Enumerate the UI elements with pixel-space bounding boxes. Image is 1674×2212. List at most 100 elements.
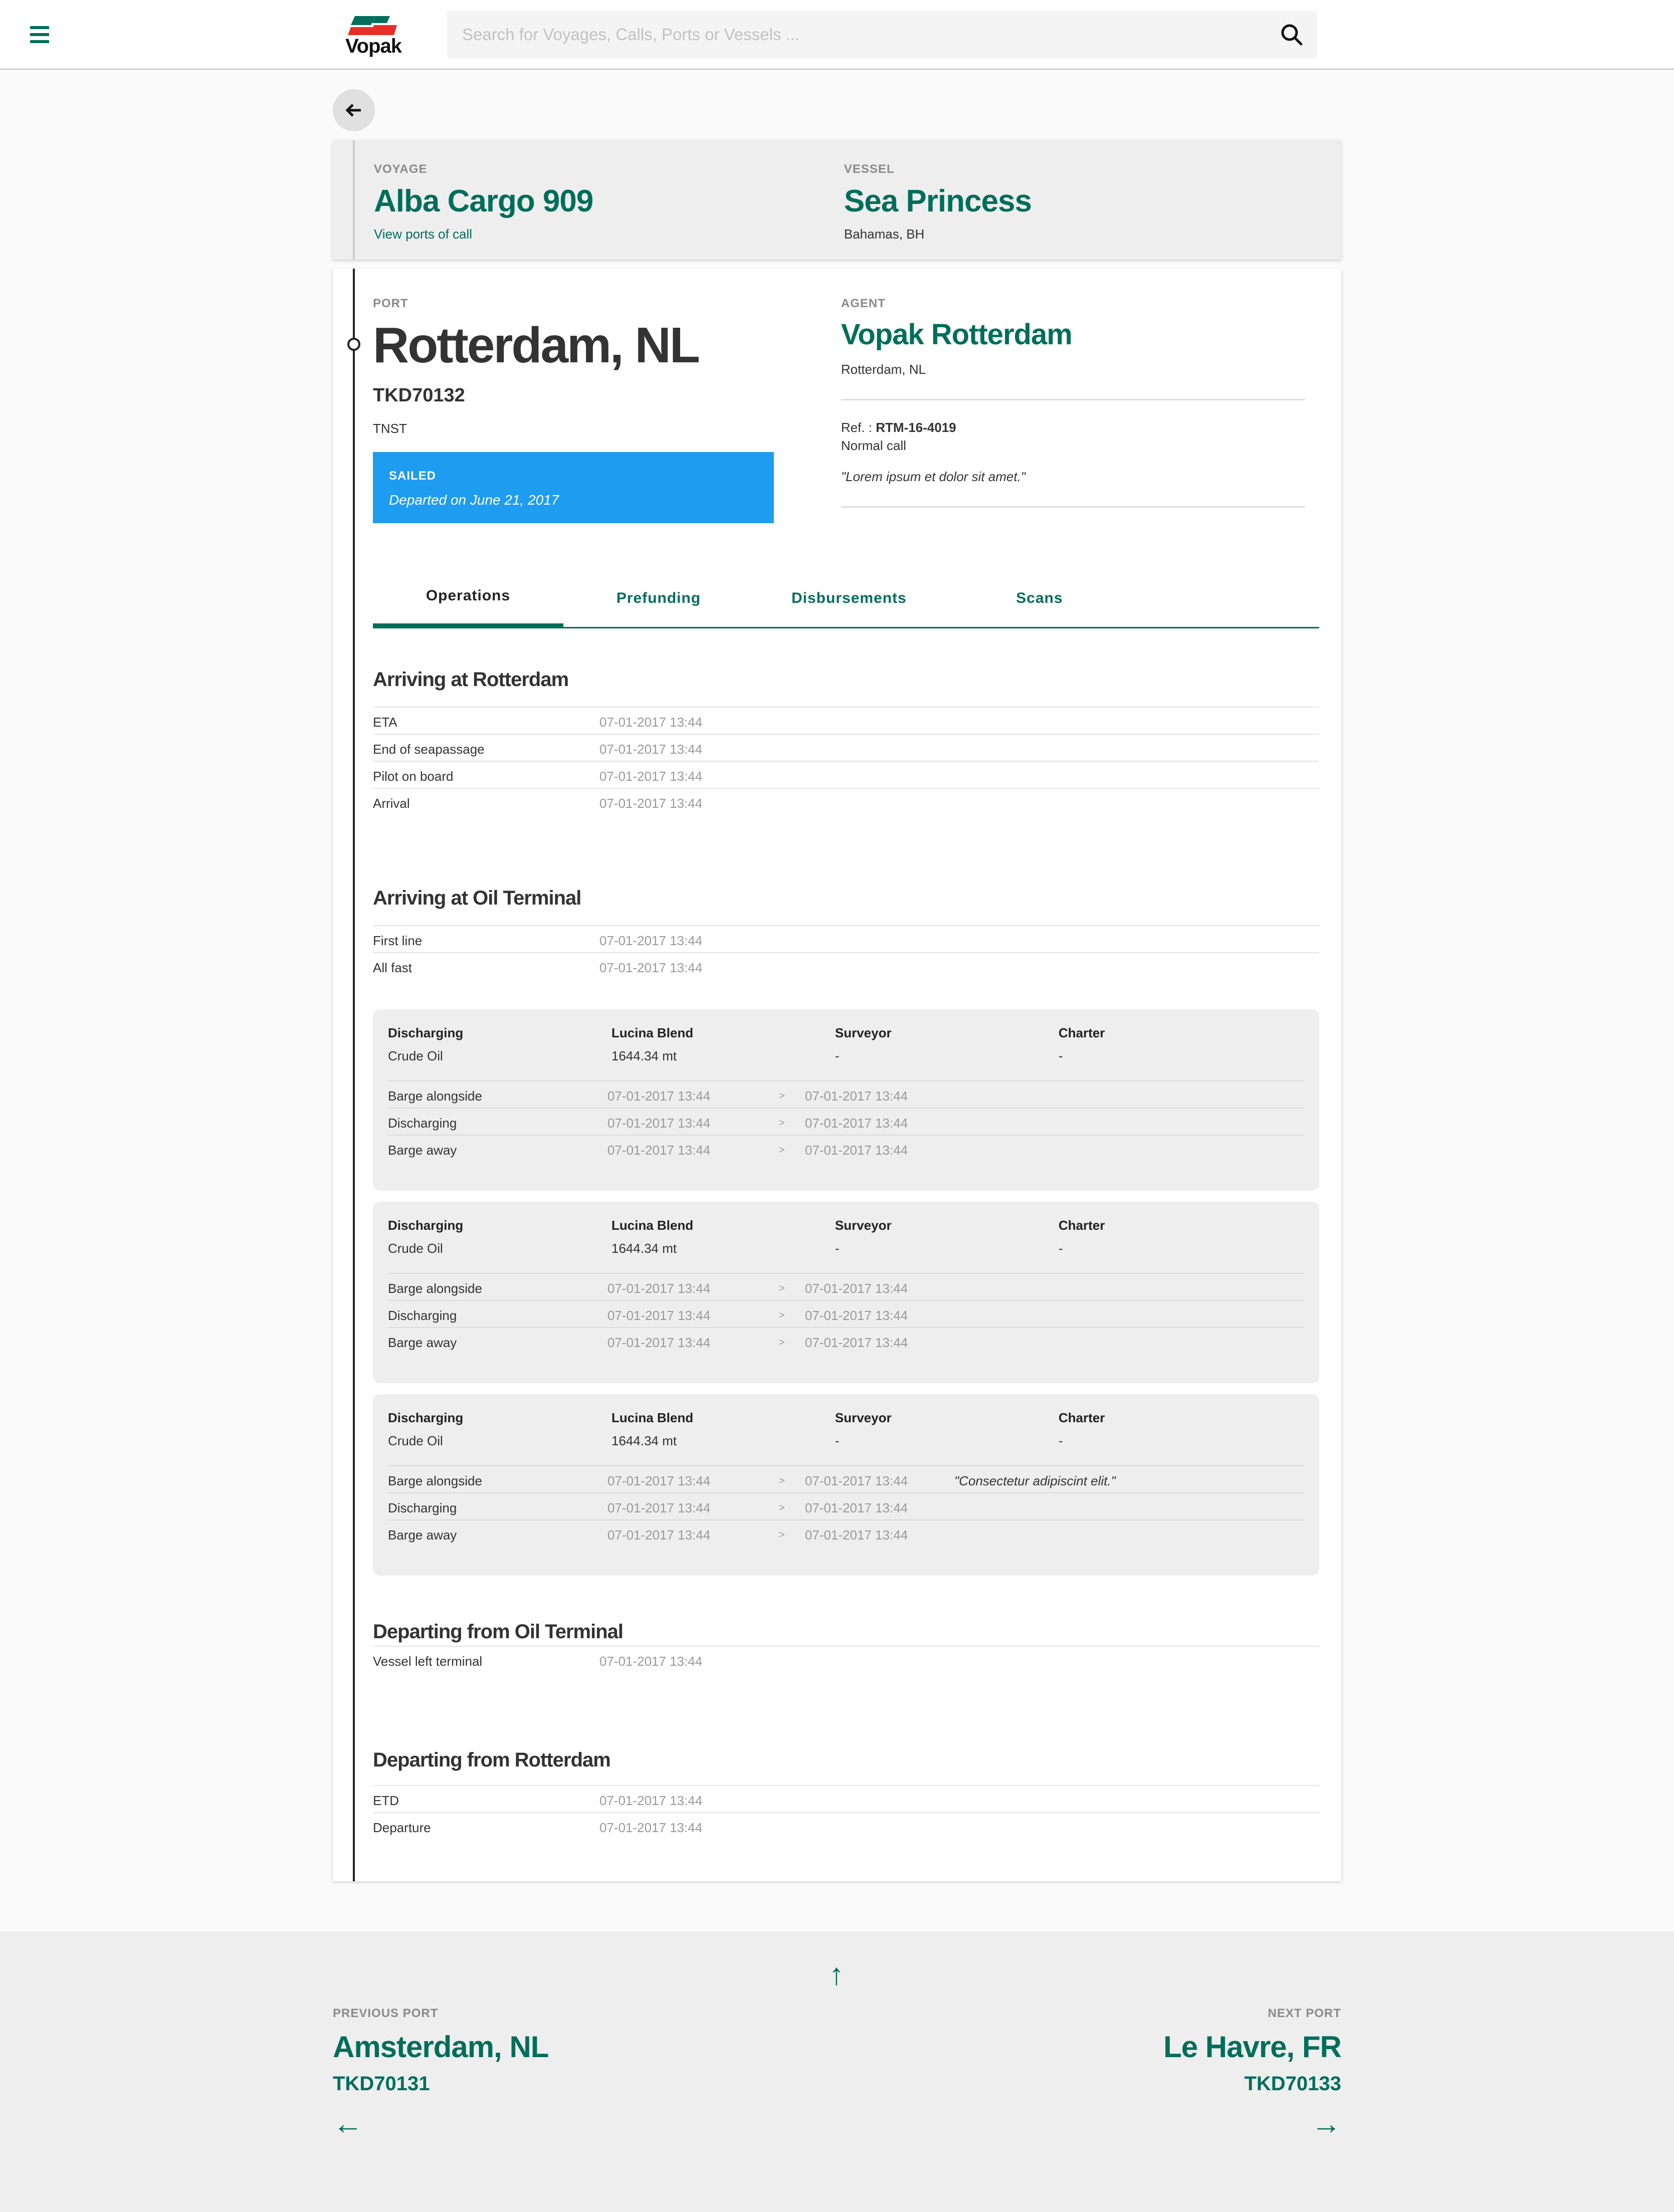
row-label: Vessel left terminal (373, 1654, 483, 1669)
tab-bar: Operations Prefunding Disbursements Scan… (373, 568, 1319, 628)
table-row: ETD 07-01-2017 13:44 (373, 1785, 1319, 1812)
row-label: Barge alongside (388, 1473, 482, 1488)
port-call-card: PORT Rotterdam, NL TKD70132 TNST SAILED … (333, 269, 1341, 1881)
row-value: 07-01-2017 13:44 (599, 933, 703, 948)
row-value: 07-01-2017 13:44 (599, 796, 703, 811)
row-label: End of seapassage (373, 742, 485, 757)
voyage-label: VOYAGE (374, 162, 428, 176)
next-port-code: TKD70133 (1244, 2073, 1341, 2095)
tab-operations[interactable]: Operations (373, 568, 563, 627)
start-time: 07-01-2017 13:44 (607, 1473, 711, 1488)
section-title: Departing from Rotterdam (373, 1749, 611, 1771)
surveyor-header: Surveyor (835, 1025, 892, 1040)
agent-name: Vopak Rotterdam (841, 318, 1073, 351)
status-badge: SAILED Departed on June 21, 2017 (373, 452, 774, 523)
next-port-arrow-icon[interactable]: → (1311, 2109, 1341, 2139)
timeline-line-top (353, 140, 355, 260)
view-ports-of-call-link[interactable]: View ports of call (374, 227, 472, 242)
status-detail: Departed on June 21, 2017 (389, 492, 559, 508)
next-port-name[interactable]: Le Havre, FR (1163, 2030, 1342, 2064)
discharge-card: Discharging Lucina Blend Surveyor Charte… (373, 1394, 1319, 1576)
search-icon[interactable] (1279, 22, 1304, 47)
chevron-right-icon: > (779, 1145, 785, 1156)
product-header: Lucina Blend (611, 1218, 694, 1233)
row-label: ETD (373, 1793, 399, 1808)
end-time: 07-01-2017 13:44 (805, 1116, 908, 1131)
table-row: End of seapassage 07-01-2017 13:44 (373, 734, 1319, 761)
previous-port-arrow-icon[interactable]: ← (333, 2109, 363, 2139)
table-row: All fast 07-01-2017 13:44 (373, 952, 1319, 979)
row-label: Barge away (388, 1527, 457, 1542)
row-value: 07-01-2017 13:44 (599, 742, 703, 757)
start-time: 07-01-2017 13:44 (607, 1143, 711, 1158)
start-time: 07-01-2017 13:44 (607, 1308, 711, 1323)
vopak-logo[interactable]: Vopak (341, 14, 406, 57)
end-time: 07-01-2017 13:44 (805, 1308, 908, 1323)
vessel-flag: Bahamas, BH (844, 227, 925, 242)
quantity: 1644.34 mt (611, 1048, 677, 1063)
logo-text: Vopak (345, 35, 402, 57)
chevron-right-icon: > (779, 1475, 785, 1486)
table-row: Barge alongside 07-01-2017 13:44 >07-01-20… (388, 1465, 1304, 1492)
start-time: 07-01-2017 13:44 (607, 1527, 711, 1542)
previous-port-code: TKD70131 (333, 2073, 430, 2095)
surveyor-value: - (835, 1048, 840, 1063)
discharge-header: Discharging (388, 1410, 464, 1425)
logo-mark-icon (348, 16, 397, 35)
end-time: 07-01-2017 13:44 (805, 1143, 908, 1158)
product-type: Crude Oil (388, 1433, 443, 1448)
table-row: Departure 07-01-2017 13:44 (373, 1812, 1319, 1839)
next-port-label: NEXT PORT (1268, 2007, 1341, 2020)
table-row: Pilot on board 07-01-2017 13:44 (373, 761, 1319, 788)
row-label: First line (373, 933, 423, 948)
port-label: PORT (373, 297, 408, 310)
surveyor-value: - (835, 1241, 840, 1256)
tab-prefunding[interactable]: Prefunding (563, 568, 754, 628)
end-time: 07-01-2017 13:44 (805, 1335, 908, 1350)
product-header: Lucina Blend (611, 1025, 694, 1040)
section-title: Departing from Oil Terminal (373, 1621, 623, 1643)
vessel-label: VESSEL (844, 162, 895, 176)
arrow-left-icon (345, 104, 361, 117)
chevron-right-icon: > (779, 1090, 785, 1101)
product-header: Lucina Blend (611, 1410, 694, 1425)
row-value: 07-01-2017 13:44 (599, 1654, 703, 1669)
chevron-right-icon: > (779, 1118, 785, 1129)
row-label: Pilot on board (373, 769, 454, 784)
start-time: 07-01-2017 13:44 (607, 1281, 711, 1296)
scroll-top-arrow-icon[interactable]: ↑ (829, 1959, 844, 1989)
row-label: Barge away (388, 1143, 457, 1158)
agent-note: "Lorem ipsum et dolor sit amet." (841, 469, 1026, 484)
ref-value: RTM-16-4019 (876, 420, 956, 435)
start-time: 07-01-2017 13:44 (607, 1500, 711, 1515)
surveyor-header: Surveyor (835, 1410, 892, 1425)
tab-disbursements[interactable]: Disbursements (754, 568, 944, 628)
discharge-card: Discharging Lucina Blend Surveyor Charte… (373, 1202, 1319, 1383)
tab-scans[interactable]: Scans (944, 568, 1135, 628)
row-label: Barge alongside (388, 1088, 482, 1103)
search-input[interactable] (462, 11, 1264, 58)
agent-location: Rotterdam, NL (841, 362, 926, 377)
row-label: All fast (373, 960, 412, 975)
menu-icon[interactable] (30, 26, 49, 43)
back-button[interactable] (333, 89, 375, 131)
row-value: 07-01-2017 13:44 (599, 715, 703, 730)
chevron-right-icon: > (779, 1283, 785, 1294)
charter-value: - (1059, 1433, 1063, 1448)
chevron-right-icon: > (779, 1310, 785, 1321)
port-name: Rotterdam, NL (373, 317, 700, 373)
row-note: "Consectetur adipiscint elit." (954, 1473, 1116, 1488)
previous-port-name[interactable]: Amsterdam, NL (333, 2030, 549, 2064)
status-title: SAILED (389, 469, 437, 483)
search-bar (447, 11, 1317, 58)
charter-value: - (1059, 1048, 1063, 1063)
table-row: Discharging 07-01-2017 13:44 >07-01-2017 1… (388, 1108, 1304, 1135)
discharge-card: Discharging Lucina Blend Surveyor Charte… (373, 1009, 1319, 1191)
agent-reference: Ref. : RTM-16-4019 (841, 420, 956, 435)
row-label: ETA (373, 715, 397, 730)
surveyor-value: - (835, 1433, 840, 1448)
timeline-dot (347, 338, 360, 351)
row-label: Departure (373, 1820, 431, 1835)
chevron-right-icon: > (779, 1529, 785, 1540)
table-row: Arrival 07-01-2017 13:44 (373, 788, 1319, 815)
